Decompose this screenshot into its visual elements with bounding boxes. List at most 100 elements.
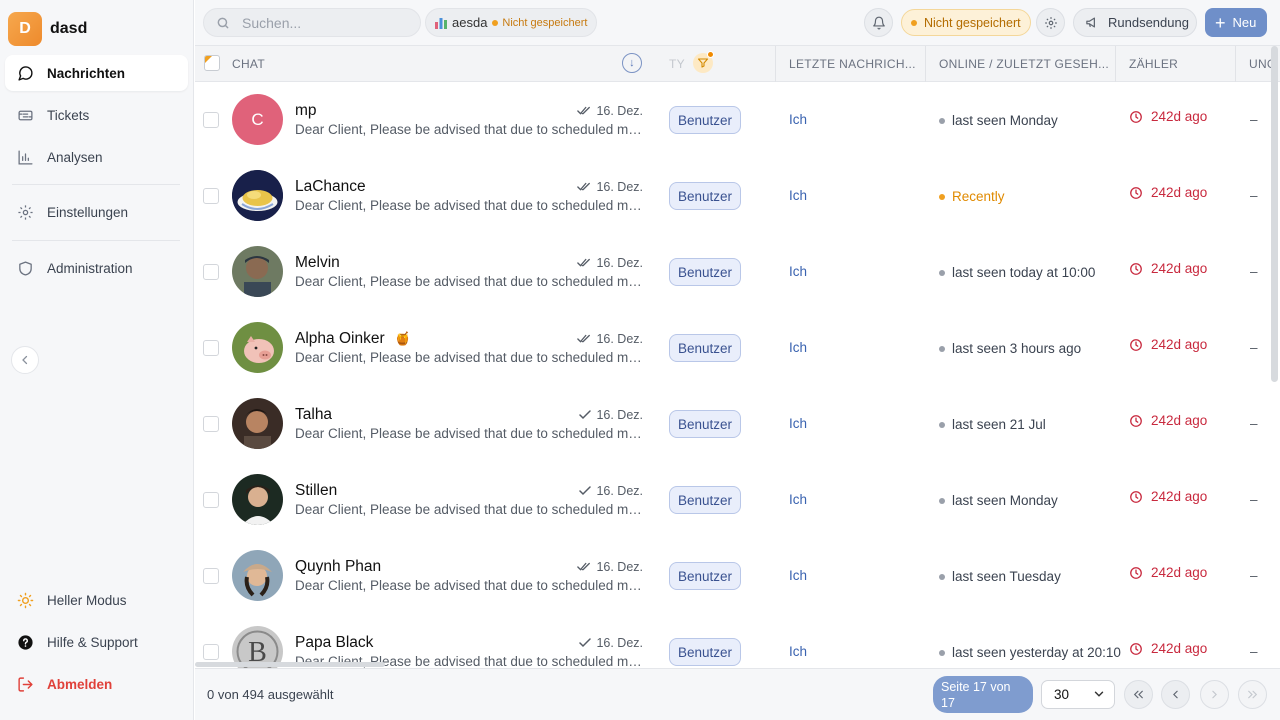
vertical-scrollbar[interactable] [1271,46,1278,382]
message-date: 16. Dez. [575,560,643,574]
clock-icon [1130,186,1142,199]
column-header-chat[interactable]: CHAT [232,46,265,82]
settings-button[interactable] [1036,8,1065,37]
online-status: last seen 3 hours ago [939,341,1081,356]
gear-icon [1044,16,1057,29]
last-message-sender: Ich [789,416,808,431]
sidebar-item-label: Tickets [47,107,90,123]
message-date: 16. Dez. [575,408,643,422]
workspace-logo: D [8,12,42,46]
column-header-last-message[interactable]: LETZTE NACHRICH... [789,46,916,82]
message-date: 16. Dez. [575,484,643,498]
help-support-link[interactable]: Hilfe & Support [5,624,188,660]
row-checkbox[interactable] [203,644,219,660]
topbar: aesda Nicht gespeichert Nicht gespeicher… [195,0,1280,46]
table-row[interactable]: LaChance 16. Dez. Dear Client, Please be… [195,158,1270,234]
unk-value: – [1250,568,1258,583]
filter-active-badge [707,51,714,58]
light-mode-toggle[interactable]: Heller Modus [5,582,188,618]
column-header-online[interactable]: ONLINE / ZULETZT GESEH... [939,46,1109,82]
saved-view-status: Nicht gespeichert [502,16,588,29]
first-page-button[interactable] [1124,680,1153,709]
table-header: CHAT ↓ TY LETZTE NACHRICH... ONLINE / ZU… [195,46,1280,82]
saved-view-name: aesda [452,15,488,30]
sidebar-item-einstellungen[interactable]: Einstellungen [5,194,188,230]
sidebar-divider [12,184,180,185]
message-preview: Dear Client, Please be advised that due … [295,274,645,289]
row-checkbox[interactable] [203,112,219,128]
logout-button[interactable]: Abmelden [5,666,188,702]
table-row[interactable]: Stillen 16. Dez. Dear Client, Please be … [195,462,1270,538]
type-badge: Benutzer [669,562,741,590]
collapse-sidebar-button[interactable] [11,346,39,374]
counter-value: 242d ago [1129,185,1207,200]
broadcast-button[interactable]: Rundsendung [1073,8,1197,37]
row-checkbox[interactable] [203,492,219,508]
row-checkbox[interactable] [203,340,219,356]
avatar: C [232,94,283,145]
table-row[interactable]: Alpha Oinker 🍯 16. Dez. Dear Client, Ple… [195,310,1270,386]
selection-count: 0 von 494 ausgewählt [207,687,334,702]
workspace-name: dasd [50,20,88,37]
online-status: last seen 21 Jul [939,417,1046,432]
bar-chart-icon [435,17,447,29]
last-message-sender: Ich [789,644,808,659]
saved-view-chip[interactable]: aesda Nicht gespeichert [425,8,598,37]
next-page-button[interactable] [1200,680,1229,709]
notifications-button[interactable] [864,8,893,37]
sidebar-item-analysen[interactable]: Analysen [5,139,188,175]
clock-icon [1130,490,1142,503]
sidebar-item-nachrichten[interactable]: Nachrichten [5,55,188,91]
sidebar-item-label: Administration [47,260,133,276]
workspace-switcher[interactable]: D dasd [8,12,87,46]
check-icon [579,638,592,648]
shield-icon [19,260,32,276]
last-page-button[interactable] [1238,680,1267,709]
sun-icon [17,592,34,608]
message-preview: Dear Client, Please be advised that due … [295,198,645,213]
message-date: 16. Dez. [575,256,643,270]
chevron-left-icon [22,355,28,365]
broadcast-label: Rundsendung [1108,15,1189,30]
table-row[interactable]: Talha 16. Dez. Dear Client, Please be ad… [195,386,1270,462]
status-dot [939,649,945,656]
row-checkbox[interactable] [203,188,219,204]
clock-icon [1130,414,1142,427]
search-input[interactable] [242,14,402,31]
sidebar-item-label: Einstellungen [47,204,129,220]
last-message-sender: Ich [789,264,808,279]
rows-per-page-value: 30 [1054,687,1070,702]
horizontal-scrollbar[interactable] [195,662,385,667]
row-checkbox[interactable] [203,568,219,584]
table-row[interactable]: C mp 16. Dez. Dear Client, Please be adv… [195,82,1270,158]
avatar [232,246,283,297]
new-chat-button[interactable]: + Neu [1205,8,1267,37]
message-date: 16. Dez. [575,180,643,194]
sidebar-item-administration[interactable]: Administration [5,250,188,286]
chat-name: mp [295,102,317,119]
message-date: 16. Dez. [575,104,643,118]
select-all-checkbox[interactable] [204,55,220,71]
message-preview: Dear Client, Please be advised that due … [295,426,645,441]
last-message-sender: Ich [789,188,808,203]
row-checkbox[interactable] [203,416,219,432]
search-box[interactable] [203,8,421,37]
search-icon [217,17,229,28]
online-status: Recently [939,189,1005,204]
sidebar-item-label: Analysen [47,149,103,165]
message-date: 16. Dez. [575,636,643,650]
previous-page-button[interactable] [1161,680,1190,709]
rows-per-page-select[interactable]: 30 [1041,680,1115,709]
chat-table-body: C mp 16. Dez. Dear Client, Please be adv… [195,82,1270,668]
column-header-counter[interactable]: ZÄHLER [1129,46,1178,82]
table-row[interactable]: Quynh Phan 16. Dez. Dear Client, Please … [195,538,1270,614]
row-checkbox[interactable] [203,264,219,280]
column-header-type[interactable]: TY [669,46,685,82]
unsaved-changes-badge[interactable]: Nicht gespeichert [901,9,1031,36]
message-preview: Dear Client, Please be advised that due … [295,578,645,593]
sort-descending-icon[interactable]: ↓ [622,53,642,73]
table-row[interactable]: B Papa Black 16. Dez. Dear Client, Pleas… [195,614,1270,668]
table-row[interactable]: Melvin 16. Dez. Dear Client, Please be a… [195,234,1270,310]
sidebar-item-tickets[interactable]: Tickets [5,97,188,133]
plus-icon: + [1215,12,1226,33]
